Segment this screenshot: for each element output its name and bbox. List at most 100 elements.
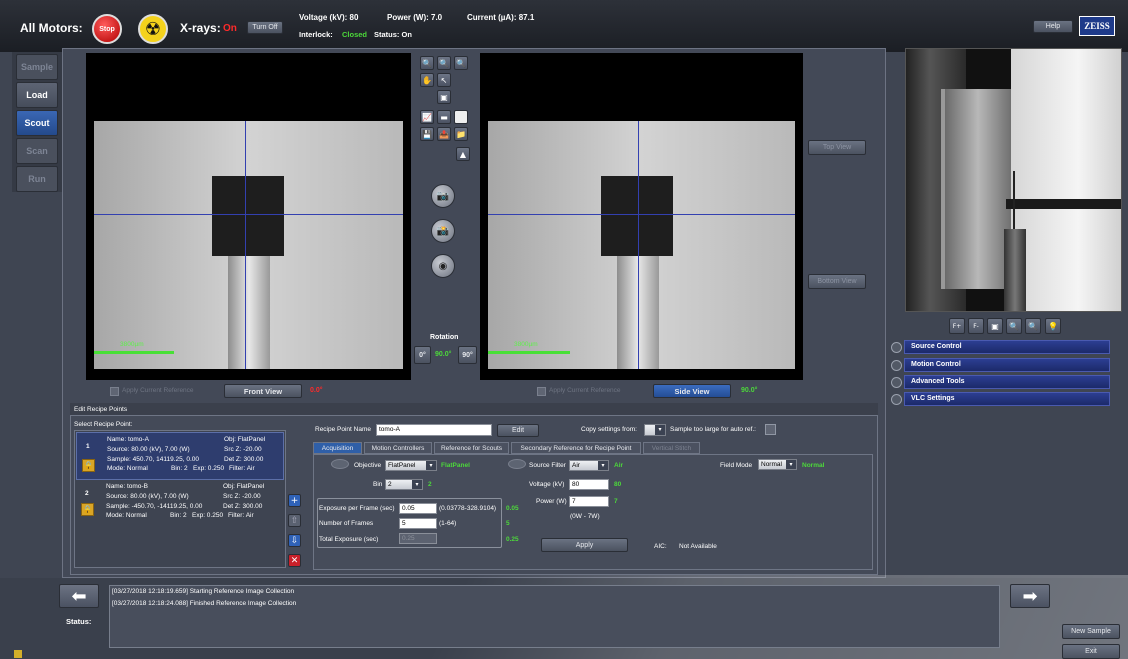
recipe-point-name: Name: tomo-B	[106, 483, 148, 490]
power-readout: Power (W): 7.0	[387, 13, 443, 22]
exit-button[interactable]: Exit	[1062, 644, 1120, 659]
exposure-input[interactable]: 0.05	[399, 503, 437, 514]
forward-arrow-button[interactable]: ➡	[1010, 584, 1050, 608]
vlc-settings-toggle[interactable]	[891, 394, 902, 405]
line-profile-icon[interactable]: ▬	[437, 110, 451, 124]
bin-dropdown[interactable]: 2 ▾	[385, 479, 423, 490]
move-up-button[interactable]: ⇧	[288, 514, 301, 527]
motion-control-toggle[interactable]	[891, 360, 902, 371]
recipe-point-filter: Filter: Air	[228, 512, 254, 519]
pointer-icon[interactable]: ↖	[437, 73, 451, 87]
light-bulb-icon[interactable]: 💡	[1045, 318, 1061, 334]
move-down-button[interactable]: ⇩	[288, 534, 301, 547]
recipe-point-obj: Obj: FlatPanel	[223, 483, 265, 490]
rotate-0-button[interactable]: 0°	[414, 346, 431, 364]
zoom-fit-icon[interactable]: 🔍	[454, 56, 468, 70]
zoom-out-icon[interactable]: 🔍	[437, 56, 451, 70]
apply-reference-left-checkbox[interactable]	[110, 387, 119, 396]
apply-reference-right-checkbox[interactable]	[537, 387, 546, 396]
pan-hand-icon[interactable]: ✋	[420, 73, 434, 87]
point-name-input[interactable]: tomo-A	[376, 424, 492, 436]
front-viewport[interactable]: 3800µm	[86, 53, 411, 380]
too-large-checkbox[interactable]	[765, 424, 776, 435]
tab-secondary-reference[interactable]: Secondary Reference for Recipe Point	[511, 442, 641, 454]
frames-range: (1-64)	[439, 520, 457, 527]
nav-run[interactable]: Run	[16, 166, 58, 192]
snapshot-icon[interactable]: ▣	[437, 90, 451, 104]
tab-reference-scouts[interactable]: Reference for Scouts	[434, 442, 509, 454]
copy-settings-dropdown[interactable]: ▾	[644, 424, 666, 436]
focus-minus-button[interactable]: F-	[968, 318, 984, 334]
edit-button[interactable]: Edit	[497, 424, 539, 437]
crosshair-v	[638, 121, 639, 369]
advanced-tools-panel[interactable]: Advanced Tools	[904, 375, 1110, 389]
side-scale-bar	[488, 351, 570, 354]
camera-snapshot-icon[interactable]: ▣	[987, 318, 1003, 334]
detector-icon[interactable]: ◉	[431, 254, 455, 278]
source-filter-value: Air	[572, 462, 580, 469]
all-motors-label: All Motors:	[20, 21, 83, 35]
recipe-point-item[interactable]: 1 🔒 Name: tomo-A Obj: FlatPanel Source: …	[76, 432, 284, 480]
nav-scan[interactable]: Scan	[16, 138, 58, 164]
tab-motion-controllers[interactable]: Motion Controllers	[364, 442, 432, 454]
chevron-down-icon: ▾	[412, 480, 422, 489]
side-viewport[interactable]: 3800µm	[480, 53, 803, 380]
nav-scout[interactable]: Scout	[16, 110, 58, 136]
recipe-point-src-z: Src Z: -20.00	[224, 446, 262, 453]
camera-rail	[1006, 199, 1121, 209]
focus-plus-button[interactable]: F+	[949, 318, 965, 334]
source-control-toggle[interactable]	[891, 342, 902, 353]
focus-plus-label: F+	[952, 322, 962, 330]
bottom-view-button[interactable]: Bottom View	[808, 274, 866, 289]
objective-dropdown[interactable]: FlatPanel ▾	[385, 460, 437, 471]
recipe-point-item[interactable]: 2 🔒 Name: tomo-B Obj: FlatPanel Source: …	[76, 481, 284, 525]
export-icon[interactable]: 📤	[437, 127, 451, 141]
power-input[interactable]: 7	[569, 496, 609, 507]
folder-icon[interactable]: 📁	[454, 127, 468, 141]
tab-acquisition[interactable]: Acquisition	[313, 442, 362, 454]
power-range: (0W - 7W)	[570, 513, 600, 520]
camera-zoom-in-icon[interactable]: 🔍	[1006, 318, 1022, 334]
lock-icon[interactable]: 🔒	[82, 459, 95, 472]
nav-load[interactable]: Load	[16, 82, 58, 108]
sample-block	[601, 176, 673, 256]
reference-camera-icon[interactable]: 📸	[431, 219, 455, 243]
front-view-button[interactable]: Front View	[224, 384, 302, 398]
tab-vertical-stitch[interactable]: Vertical Stitch	[643, 442, 700, 454]
lock-icon[interactable]: 🔒	[81, 503, 94, 516]
source-filter-dropdown[interactable]: Air ▾	[569, 460, 609, 471]
advanced-tools-toggle[interactable]	[891, 377, 902, 388]
source-control-panel[interactable]: Source Control	[904, 340, 1110, 354]
turn-off-button[interactable]: Turn Off	[247, 21, 283, 34]
voltage-input[interactable]: 80	[569, 479, 609, 490]
frames-input[interactable]: 5	[399, 518, 437, 529]
xray-status: Status: On	[374, 30, 412, 39]
vlc-settings-panel[interactable]: VLC Settings	[904, 392, 1110, 406]
chevron-down-icon: ▾	[426, 461, 436, 470]
too-large-label: Sample too large for auto ref.:	[670, 426, 756, 433]
apply-button[interactable]: Apply	[541, 538, 628, 552]
save-image-icon[interactable]: 💾	[420, 127, 434, 141]
new-sample-button[interactable]: New Sample	[1062, 624, 1120, 639]
recipe-section-header	[70, 403, 878, 416]
field-mode-dropdown[interactable]: Normal ▾	[758, 459, 797, 470]
blank-frame-icon[interactable]	[454, 110, 468, 124]
back-arrow-button[interactable]: ⬅	[59, 584, 99, 608]
xrays-state: On	[223, 23, 237, 34]
top-bar	[0, 0, 1128, 52]
stop-label: Stop	[99, 25, 115, 33]
help-button[interactable]: Help	[1033, 20, 1073, 33]
mountain-icon[interactable]: ▲	[456, 147, 470, 161]
camera-icon[interactable]: 📷	[431, 184, 455, 208]
top-view-button[interactable]: Top View	[808, 140, 866, 155]
stop-button[interactable]: Stop	[92, 14, 122, 44]
rotate-90-button[interactable]: 90°	[458, 346, 477, 364]
zoom-in-icon[interactable]: 🔍	[420, 56, 434, 70]
camera-zoom-out-icon[interactable]: 🔍	[1025, 318, 1041, 334]
side-view-button[interactable]: Side View	[653, 384, 731, 398]
motion-control-panel[interactable]: Motion Control	[904, 358, 1110, 372]
add-recipe-point-button[interactable]: +	[288, 494, 301, 507]
delete-recipe-point-button[interactable]: ✕	[288, 554, 301, 567]
histogram-icon[interactable]: 📈	[420, 110, 434, 124]
nav-sample[interactable]: Sample	[16, 54, 58, 80]
